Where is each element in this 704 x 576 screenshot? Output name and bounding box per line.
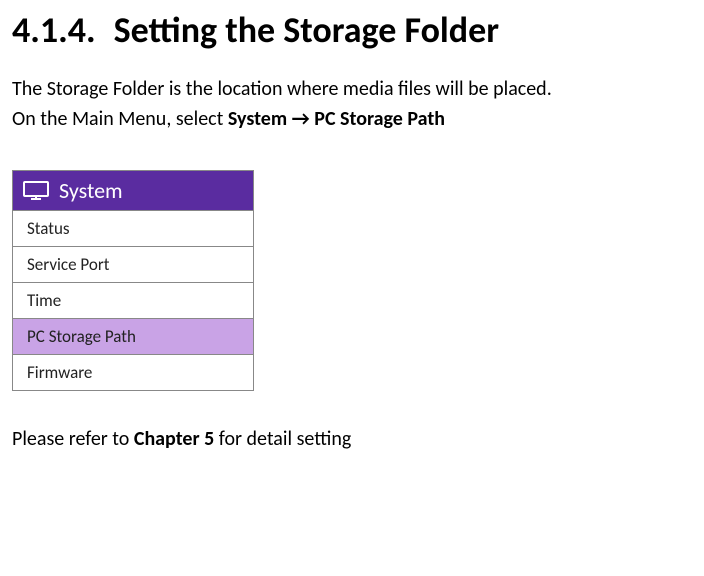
section-title: Setting the Storage Folder <box>114 8 499 52</box>
menu-item-label: Service Port <box>27 254 109 275</box>
arrow-icon: → <box>292 107 310 131</box>
intro-line2-pre: On the Main Menu, select <box>12 107 228 131</box>
footer-note: Please refer to Chapter 5 for detail set… <box>12 427 692 451</box>
intro-paragraph: The Storage Folder is the location where… <box>12 74 692 134</box>
menu-item-label: Time <box>27 290 61 311</box>
footer-chapter: Chapter 5 <box>134 427 214 451</box>
menu-item-service-port[interactable]: Service Port <box>13 246 253 282</box>
nav-target: PC Storage Path <box>314 107 445 131</box>
section-number: 4.1.4. <box>12 8 96 52</box>
menu-item-label: PC Storage Path <box>27 326 136 347</box>
menu-item-pc-storage-path[interactable]: PC Storage Path <box>13 318 253 354</box>
menu-item-status[interactable]: Status <box>13 210 253 246</box>
intro-line1: The Storage Folder is the location where… <box>12 77 552 101</box>
footer-post: for detail setting <box>214 427 351 451</box>
menu-header-system[interactable]: System <box>13 171 253 210</box>
monitor-icon <box>23 181 49 201</box>
nav-system: System <box>228 107 287 131</box>
menu-item-label: Firmware <box>27 362 92 383</box>
menu-item-time[interactable]: Time <box>13 282 253 318</box>
menu-item-label: Status <box>27 218 70 239</box>
menu-item-firmware[interactable]: Firmware <box>13 354 253 390</box>
footer-pre: Please refer to <box>12 427 134 451</box>
system-menu: System Status Service Port Time PC Stora… <box>12 170 254 391</box>
section-heading: 4.1.4. Setting the Storage Folder <box>12 8 692 52</box>
menu-header-label: System <box>59 177 123 204</box>
